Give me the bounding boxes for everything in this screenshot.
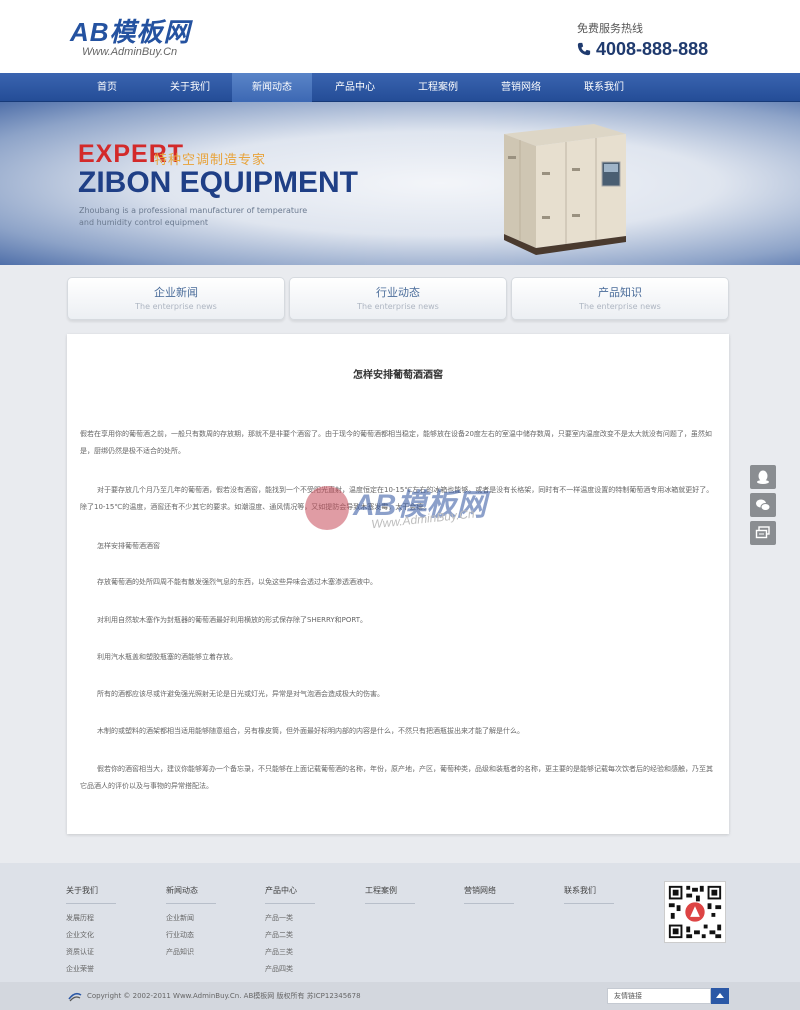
banner-description: Zhoubang is a professional manufacturer … [79,206,308,227]
friend-links-select[interactable]: 友情链接 [607,988,711,1004]
footer-link[interactable]: 产品一类 [265,910,335,927]
footer-link[interactable]: 产品二类 [265,927,335,944]
footer-col-heading: 产品中心 [265,885,315,904]
chat-icon [755,526,770,539]
article-paragraph: 利用汽水瓶盖和塑胶瓶塞的酒能够立着存放。 [97,653,237,661]
tab-title: 行业动态 [376,286,420,299]
footer-col-products: 产品中心 产品一类 产品二类 产品三类 产品四类 [265,885,335,978]
nav-home[interactable]: 首页 [67,73,147,102]
nav-products[interactable]: 产品中心 [315,73,395,102]
hotline-number-row: 4008-888-888 [577,38,708,60]
footer-link[interactable]: 企业荣誉 [66,961,136,978]
nav-news[interactable]: 新闻动态 [232,73,312,102]
main-nav: 首页 关于我们 新闻动态 产品中心 工程案例 营销网络 联系我们 [0,73,800,102]
footer-link[interactable]: 资质认证 [66,944,136,961]
article-panel: 怎样安排葡萄酒酒窖 假若在享用你的葡萄酒之前，一般只有数周的存放期，那就不是非要… [67,334,729,834]
article-paragraph: 木制的或塑料的酒架都相当适用能够随意组合，另有橡皮筒，但外面最好标明内部的内容是… [97,727,524,735]
site-header: AB模板网 Www.AdminBuy.Cn 免费服务热线 4008-888-88… [0,0,800,73]
tab-title: 企业新闻 [154,286,198,299]
article-paragraph: 怎样安排葡萄酒酒窖 [97,542,160,550]
footer-col-cases: 工程案例 [365,885,435,904]
wechat-icon [756,499,771,511]
site-footer: 关于我们 发展历程 企业文化 资质认证 企业荣誉 新闻动态 企业新闻 行业动态 … [0,863,800,982]
footer-col-network: 营销网络 [464,885,534,904]
footer-link[interactable]: 产品三类 [265,944,335,961]
watermark-badge-icon [305,486,349,530]
tab-industry-news[interactable]: 行业动态 The enterprise news [289,277,507,320]
site-logo[interactable]: AB模板网 Www.AdminBuy.Cn [70,18,191,58]
footer-col-heading[interactable]: 联系我们 [564,885,614,904]
nav-cases[interactable]: 工程案例 [398,73,478,102]
tab-product-knowledge[interactable]: 产品知识 The enterprise news [511,277,729,320]
tab-title: 产品知识 [598,286,642,299]
hotline: 免费服务热线 4008-888-888 [577,22,708,60]
footer-link[interactable]: 行业动态 [166,927,236,944]
hero-banner: EXPERT 特种空调制造专家 ZIBON EQUIPMENT Zhoubang… [0,102,800,265]
nav-about[interactable]: 关于我们 [150,73,230,102]
logo-mark-icon [68,992,82,1002]
phone-icon [577,42,591,56]
footer-link[interactable]: 企业新闻 [166,910,236,927]
hotline-number: 4008-888-888 [596,39,709,59]
article-title: 怎样安排葡萄酒酒窖 [353,370,443,381]
qq-button[interactable] [750,465,776,489]
article-paragraph: 对利用自然软木塞作为封瓶器的葡萄酒最好利用横放的形式保存除了SHERRY和POR… [97,616,368,624]
copyright-text: Copyright © 2002-2011 Www.AdminBuy.Cn. A… [87,992,361,1000]
nav-contact[interactable]: 联系我们 [564,73,644,102]
tab-subtitle: The enterprise news [135,302,217,311]
footer-col-news: 新闻动态 企业新闻 行业动态 产品知识 [166,885,236,961]
copyright-bar: Copyright © 2002-2011 Www.AdminBuy.Cn. A… [0,982,800,1010]
banner-headline: ZIBON EQUIPMENT [78,166,359,199]
article-paragraph: 存放葡萄酒的处所四周不能有散发强烈气息的东西，以免这些异味会透过木塞渗透酒液中。 [97,578,377,586]
qr-code-image [664,881,726,943]
footer-link[interactable]: 产品知识 [166,944,236,961]
qq-icon [757,470,769,484]
footer-col-heading: 关于我们 [66,885,116,904]
message-button[interactable] [750,521,776,545]
footer-col-about: 关于我们 发展历程 企业文化 资质认证 企业荣誉 [66,885,136,978]
nav-network[interactable]: 营销网络 [481,73,561,102]
footer-link[interactable]: 企业文化 [66,927,136,944]
footer-col-heading[interactable]: 工程案例 [365,885,415,904]
friend-links-toggle-button[interactable] [711,988,729,1004]
footer-link[interactable]: 产品四类 [265,961,335,978]
article-paragraph: 假若在享用你的葡萄酒之前，一般只有数周的存放期，那就不是非要个酒窖了。由于现今的… [80,430,712,455]
footer-col-heading[interactable]: 营销网络 [464,885,514,904]
tab-subtitle: The enterprise news [579,302,661,311]
logo-url: Www.AdminBuy.Cn [82,46,178,58]
footer-link[interactable]: 发展历程 [66,910,136,927]
article-paragraph: 假若你的酒窖相当大，建议你能够筹办一个备忘录，不只能够在上面记载葡萄酒的名称，年… [80,765,713,790]
watermark: AB模板网 Www.AdminBuy.Cn [305,480,525,540]
tab-company-news[interactable]: 企业新闻 The enterprise news [67,277,285,320]
air-conditioner-unit-image [504,124,626,255]
logo-text: AB模板网 [70,17,191,47]
footer-col-heading: 新闻动态 [166,885,216,904]
wechat-button[interactable] [750,493,776,517]
tab-subtitle: The enterprise news [357,302,439,311]
article-paragraph: 所有的酒都应该尽或许避免强光照射无论是日光或灯光，异常是对气泡酒会造成极大的伤害… [97,690,384,698]
hotline-label: 免费服务热线 [577,22,643,35]
footer-col-contact: 联系我们 [564,885,634,904]
